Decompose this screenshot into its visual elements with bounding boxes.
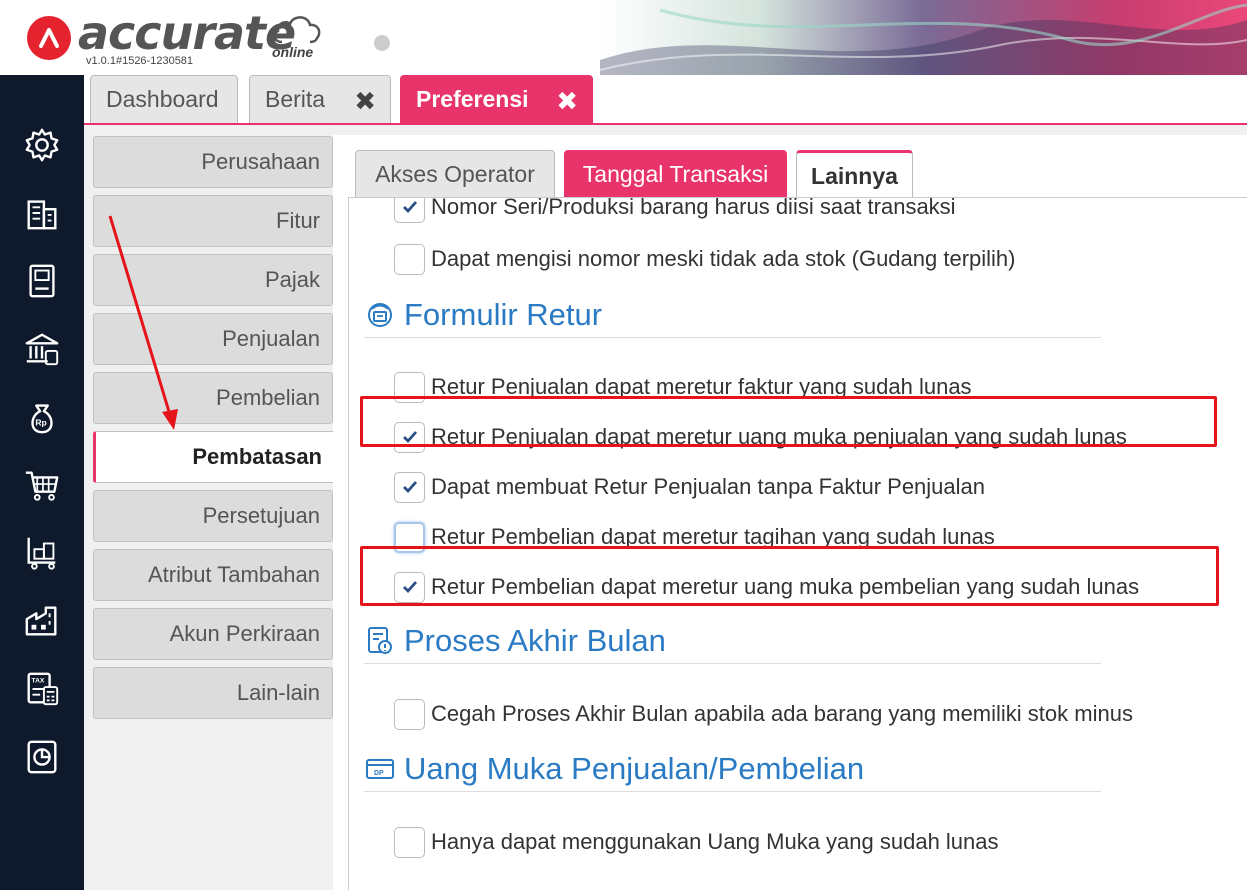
sidebar-item-pembatasan[interactable]: Pembatasan	[93, 431, 335, 483]
checkmark-icon	[402, 481, 417, 494]
option-row[interactable]: Retur Penjualan dapat meretur faktur yan…	[394, 370, 972, 404]
option-row[interactable]: Retur Pembelian dapat meretur tagihan ya…	[394, 520, 995, 554]
close-icon[interactable]: ✖	[556, 86, 578, 117]
section-title: Formulir Retur	[404, 296, 603, 332]
sidebar-item-fitur[interactable]: Fitur	[93, 195, 333, 247]
accurate-logo-icon	[27, 16, 71, 60]
section-header: Formulir Retur	[364, 292, 1101, 338]
sidebar-item-label: Pembatasan	[192, 444, 322, 469]
sidebar-item-atribut-tambahan[interactable]: Atribut Tambahan	[93, 549, 333, 601]
sidebar-item-label: Atribut Tambahan	[147, 562, 320, 587]
svg-text:Rp: Rp	[35, 418, 46, 428]
tab-berita[interactable]: Berita ✖	[249, 75, 391, 123]
checkbox[interactable]	[394, 198, 425, 223]
main-tab-bar: Dashboard Berita ✖ Preferensi ✖	[84, 75, 1247, 125]
inventory-icon[interactable]	[22, 533, 62, 573]
sidebar-item-lain-lain[interactable]: Lain-lain	[93, 667, 333, 719]
option-label: Dapat membuat Retur Penjualan tanpa Fakt…	[431, 474, 986, 499]
sidebar-item-penjualan[interactable]: Penjualan	[93, 313, 333, 365]
option-label: Retur Penjualan dapat meretur faktur yan…	[431, 374, 972, 399]
tab-label: Preferensi	[416, 86, 529, 112]
sidebar-item-pajak[interactable]: Pajak	[93, 254, 333, 306]
option-label: Retur Pembelian dapat meretur tagihan ya…	[431, 524, 995, 549]
option-row[interactable]: Dapat membuat Retur Penjualan tanpa Fakt…	[394, 470, 985, 504]
option-label: Cegah Proses Akhir Bulan apabila ada bar…	[431, 701, 1133, 726]
section-header: DP Uang Muka Penjualan/Pembelian	[364, 746, 1101, 792]
option-row[interactable]: Dapat mengisi nomor meski tidak ada stok…	[394, 242, 1016, 276]
tax-icon[interactable]: TAX	[22, 669, 62, 709]
checkbox[interactable]	[394, 371, 425, 403]
month-end-icon	[364, 625, 396, 657]
sidebar-item-akun-perkiraan[interactable]: Akun Perkiraan	[93, 608, 333, 660]
building-icon[interactable]	[22, 193, 62, 233]
option-row[interactable]: Cegah Proses Akhir Bulan apabila ada bar…	[394, 697, 1133, 731]
sidebar-item-persetujuan[interactable]: Persetujuan	[93, 490, 333, 542]
sidebar-item-perusahaan[interactable]: Perusahaan	[93, 136, 333, 188]
sidebar-item-label: Penjualan	[222, 326, 320, 351]
option-row[interactable]: Hanya dapat menggunakan Uang Muka yang s…	[394, 825, 999, 859]
settings-panel: Akses Operator Tanggal Transaksi Lainnya…	[333, 135, 1247, 890]
app-header: accurate online v1.0.1#1526-1230581	[0, 0, 1247, 75]
sidebar-item-pembelian[interactable]: Pembelian	[93, 372, 333, 424]
version-label: v1.0.1#1526-1230581	[86, 55, 194, 67]
tab-label: Berita	[265, 86, 326, 112]
tab-strip-overlay	[333, 125, 1247, 187]
down-payment-icon: DP	[364, 753, 396, 785]
checkbox[interactable]	[394, 571, 425, 603]
svg-text:DP: DP	[374, 770, 384, 777]
ledger-icon[interactable]	[22, 261, 62, 301]
section-header: Proses Akhir Bulan	[364, 618, 1101, 664]
option-label: Dapat mengisi nomor meski tidak ada stok…	[431, 246, 1016, 271]
header-decoration	[600, 0, 1247, 75]
sidebar-item-label: Pembelian	[216, 385, 320, 410]
tab-dashboard[interactable]: Dashboard	[90, 75, 238, 123]
report-icon[interactable]	[22, 737, 62, 777]
svg-text:TAX: TAX	[32, 677, 45, 684]
return-form-icon	[364, 299, 396, 331]
checkbox[interactable]	[394, 521, 425, 553]
factory-icon[interactable]	[22, 601, 62, 641]
sidebar-item-label: Persetujuan	[202, 503, 320, 528]
section-title: Uang Muka Penjualan/Pembelian	[404, 750, 865, 786]
logo-text: accurate	[78, 6, 296, 60]
checkmark-icon	[402, 431, 417, 444]
checkbox[interactable]	[394, 421, 425, 453]
section-title: Proses Akhir Bulan	[404, 622, 666, 658]
sidebar-item-label: Perusahaan	[201, 149, 320, 174]
checkbox[interactable]	[394, 698, 425, 730]
preferences-content: Perusahaan Fitur Pajak Penjualan Pembeli…	[84, 125, 1247, 890]
sidebar-item-label: Lain-lain	[236, 680, 320, 705]
option-row[interactable]: Retur Penjualan dapat meretur uang muka …	[394, 420, 1127, 454]
tab-label: Dashboard	[106, 86, 219, 112]
option-row[interactable]: Nomor Seri/Produksi barang harus diisi s…	[394, 197, 956, 224]
left-navigation: Rp TAX	[0, 75, 84, 890]
option-label: Retur Pembelian dapat meretur uang muka …	[431, 574, 1140, 599]
option-row[interactable]: Retur Pembelian dapat meretur uang muka …	[394, 570, 1139, 604]
sidebar-item-label: Akun Perkiraan	[169, 621, 320, 646]
status-dot	[374, 35, 390, 51]
cloud-icon	[273, 16, 321, 44]
sidebar-item-label: Fitur	[276, 208, 320, 233]
logo-subtitle: online	[272, 44, 314, 60]
option-label: Hanya dapat menggunakan Uang Muka yang s…	[431, 829, 999, 854]
checkbox[interactable]	[394, 826, 425, 858]
checkmark-icon	[402, 581, 417, 594]
sidebar-item-label: Pajak	[264, 267, 320, 292]
option-label: Nomor Seri/Produksi barang harus diisi s…	[431, 197, 956, 219]
tab-preferensi[interactable]: Preferensi ✖	[400, 75, 593, 123]
cart-icon[interactable]	[22, 465, 62, 505]
settings-icon[interactable]	[22, 125, 62, 165]
options-scroll-area[interactable]: Nomor Seri/Produksi barang harus diisi s…	[348, 197, 1247, 890]
money-bag-icon[interactable]: Rp	[22, 397, 62, 437]
option-label: Retur Penjualan dapat meretur uang muka …	[431, 424, 1127, 449]
bank-icon[interactable]	[22, 329, 62, 369]
close-icon[interactable]: ✖	[354, 86, 376, 117]
checkbox[interactable]	[394, 471, 425, 503]
checkbox[interactable]	[394, 243, 425, 275]
checkmark-icon	[402, 201, 417, 214]
